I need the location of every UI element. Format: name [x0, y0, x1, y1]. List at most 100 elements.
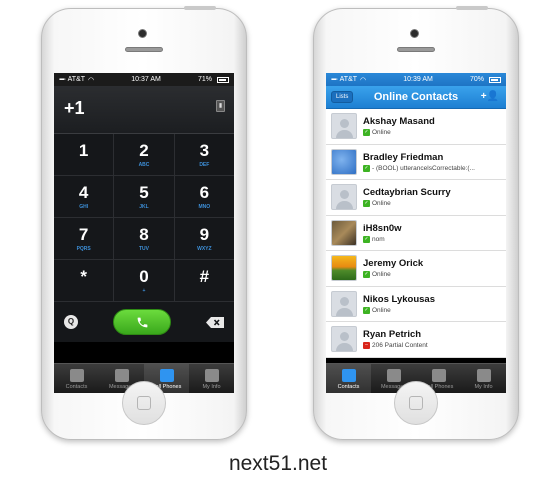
my-info-icon	[204, 369, 219, 382]
key-1[interactable]: 1	[54, 134, 115, 175]
messages-icon	[114, 369, 129, 382]
contacts-book-icon[interactable]: ▮	[216, 100, 225, 112]
battery-icon	[489, 76, 501, 83]
my-info-icon	[476, 369, 491, 382]
avatar	[331, 184, 357, 211]
battery-percent: 70%	[469, 76, 484, 83]
contact-name: Bradley Friedman	[363, 151, 444, 163]
contact-row[interactable]: Cedtaybrian Scurry ✓ Online	[326, 180, 506, 216]
wifi-icon: ◠	[88, 76, 95, 84]
contact-row[interactable]: Ryan Petrich –206 Partial Content	[326, 322, 506, 358]
key-letters: WXYZ	[197, 245, 212, 252]
key-letters: MNO	[198, 203, 211, 210]
key-digit: 1	[78, 140, 89, 160]
key-digit: 9	[199, 224, 210, 244]
avatar	[331, 290, 357, 317]
contact-name: Akshay Masand	[363, 116, 435, 128]
contacts-icon	[69, 369, 84, 382]
contact-list: Akshay Masand ✓ Online Bradley Friedman ✓ - (…	[326, 109, 506, 358]
key-letters: PQRS	[76, 245, 91, 252]
status-text: - (BOOL) utterancelsCorrectable:(...	[372, 164, 475, 172]
contact-info: Ryan Petrich –206 Partial Content	[363, 329, 506, 350]
key-letters: JKL	[139, 203, 149, 210]
page-title: Online Contacts	[373, 91, 459, 103]
online-check-icon: ✓	[363, 306, 370, 314]
key-9[interactable]: 9 WXYZ	[175, 218, 234, 259]
tab-label: Contacts	[65, 384, 88, 390]
contact-info: Nikos Lykousas ✓ Online	[363, 294, 506, 314]
dialer-screen: ▪▪▪▪▫ AT&T ◠ 10:37 AM 71% +1 ▮ 1 2 ABC 3 DEF 4 G…	[54, 73, 234, 393]
key-8[interactable]: 8 TUV	[114, 218, 175, 259]
signal-icon: ▪▪▪▪▫	[331, 76, 338, 83]
battery-percent: 71%	[197, 76, 212, 83]
contact-status: ✓ - (BOOL) utterancelsCorrectable:(...	[363, 164, 506, 172]
contact-row[interactable]: iH8sn0w ✓ nom	[326, 216, 506, 251]
contact-row[interactable]: Nikos Lykousas ✓ Online	[326, 287, 506, 322]
backspace-icon[interactable]	[206, 316, 224, 328]
tab-label: My Info	[202, 384, 221, 390]
dialer-actions: Q	[54, 302, 234, 342]
key-6[interactable]: 6 MNO	[175, 176, 234, 217]
keypad-row: 4 GHI 5 JKL 6 MNO	[54, 176, 234, 218]
keypad-row: 1 2 ABC 3 DEF	[54, 134, 234, 176]
key-2[interactable]: 2 ABC	[114, 134, 175, 175]
keypad-row: * 0 + #	[54, 260, 234, 302]
status-time: 10:39 AM	[403, 76, 433, 83]
status-text: Online	[372, 129, 391, 137]
voicemail-icon[interactable]: Q	[64, 315, 78, 329]
contact-name: Cedtaybrian Scurry	[363, 187, 451, 199]
lists-button[interactable]: Lists	[331, 91, 354, 103]
key-*[interactable]: *	[54, 260, 115, 301]
carrier: AT&T	[339, 76, 358, 83]
online-check-icon: ✓	[363, 271, 370, 279]
power-button	[184, 6, 216, 10]
key-digit: 0	[139, 266, 149, 286]
key-digit: 7	[78, 224, 89, 244]
add-contact-icon[interactable]: +👤	[481, 91, 499, 102]
key-3[interactable]: 3 DEF	[175, 134, 234, 175]
key-#[interactable]: #	[175, 260, 234, 301]
call-button[interactable]	[113, 309, 171, 335]
key-4[interactable]: 4 GHI	[54, 176, 115, 217]
online-check-icon: ✓	[363, 235, 370, 243]
power-button	[456, 6, 488, 10]
phone-icon	[137, 317, 147, 327]
tab-my-info[interactable]: My Info	[461, 364, 506, 393]
key-letters: TUV	[138, 245, 149, 252]
tab-my-info[interactable]: My Info	[189, 364, 234, 393]
tab-contacts[interactable]: Contacts	[326, 364, 371, 393]
contact-status: ✓ Online	[363, 200, 506, 208]
battery-icon	[217, 76, 229, 83]
contact-status: ✓ Online	[363, 271, 506, 279]
left-iphone: ▪▪▪▪▫ AT&T ◠ 10:37 AM 71% +1 ▮ 1 2 ABC 3 DEF 4 G…	[41, 6, 247, 440]
contact-info: Cedtaybrian Scurry ✓ Online	[363, 187, 506, 208]
contact-row[interactable]: Akshay Masand ✓ Online	[326, 109, 506, 145]
dialed-number: +1	[64, 98, 85, 118]
status-text: Online	[372, 271, 391, 279]
site-caption: next51.net	[228, 452, 328, 475]
key-5[interactable]: 5 JKL	[114, 176, 175, 217]
key-digit: #	[199, 266, 210, 286]
home-button[interactable]	[122, 381, 166, 425]
key-digit: 2	[139, 140, 149, 160]
avatar	[331, 255, 357, 282]
contact-status: ✓ Online	[363, 306, 506, 314]
online-check-icon: ✓	[363, 200, 370, 208]
status-text: 206 Partial Content	[372, 342, 428, 350]
contact-info: iH8sn0w ✓ nom	[363, 223, 506, 243]
tab-contacts[interactable]: Contacts	[54, 364, 99, 393]
contact-row[interactable]: Jeremy Orick ✓ Online	[326, 251, 506, 287]
wifi-icon: ◠	[360, 76, 367, 84]
keypad-icon	[431, 369, 446, 382]
key-7[interactable]: 7 PQRS	[54, 218, 115, 259]
contact-row[interactable]: Bradley Friedman ✓ - (BOOL) utterancelsCor…	[326, 145, 506, 180]
contact-info: Bradley Friedman ✓ - (BOOL) utterancelsCor…	[363, 152, 506, 172]
contact-status: –206 Partial Content	[363, 342, 506, 350]
key-0[interactable]: 0 +	[114, 260, 175, 301]
contact-name: Jeremy Orick	[363, 258, 424, 270]
key-digit: 5	[139, 182, 149, 202]
home-button[interactable]	[394, 381, 438, 425]
status-text: Online	[372, 306, 391, 314]
key-letters: GHI	[79, 203, 89, 210]
carrier: AT&T	[67, 76, 86, 83]
